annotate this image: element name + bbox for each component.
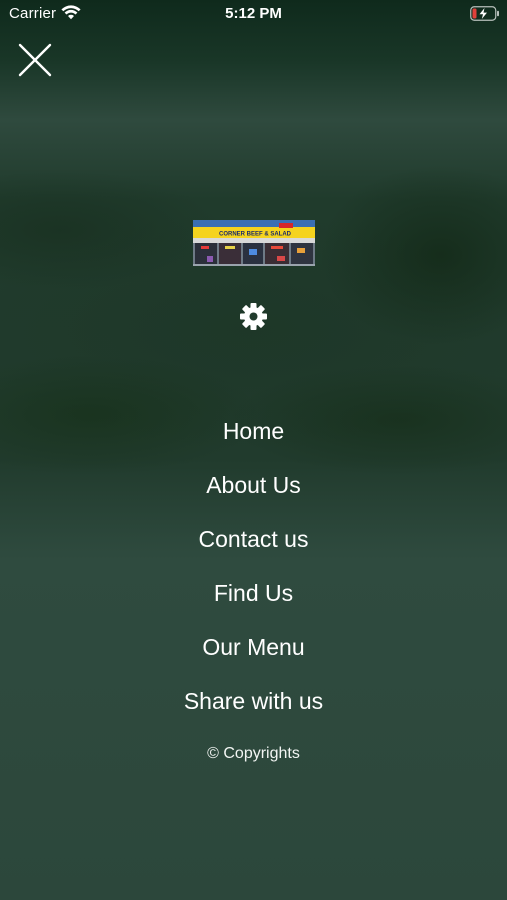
menu-item-label: About Us — [206, 472, 301, 498]
menu-item-home[interactable]: Home — [0, 410, 507, 464]
gear-icon — [240, 303, 267, 330]
menu-item-label: Contact us — [198, 526, 309, 552]
svg-text:CORNER BEEF & SALAD: CORNER BEEF & SALAD — [219, 232, 292, 238]
navigation-menu: Home About Us Contact us Find Us Our Men… — [0, 410, 507, 734]
copyright-text: © Copyrights — [207, 745, 300, 762]
menu-item-label: Share with us — [183, 688, 324, 714]
menu-item-label: Home — [222, 418, 285, 444]
menu-item-share-with-us[interactable]: Share with us — [0, 680, 507, 734]
menu-item-label: Our Menu — [202, 634, 305, 660]
settings-button[interactable] — [239, 302, 268, 331]
close-button[interactable] — [18, 43, 52, 77]
side-menu-screen: Carrier 5:12 PM CORNER BEEF & SALAD Home… — [0, 0, 507, 900]
menu-item-label: Find Us — [213, 580, 294, 606]
status-time: 5:12 PM — [225, 5, 282, 22]
menu-item-our-menu[interactable]: Our Menu — [0, 626, 507, 680]
menu-item-about-us[interactable]: About Us — [0, 464, 507, 518]
status-bar: Carrier 5:12 PM — [0, 0, 507, 28]
menu-item-find-us[interactable]: Find Us — [0, 572, 507, 626]
close-icon — [18, 43, 52, 77]
restaurant-logo: CORNER BEEF & SALAD — [193, 220, 315, 266]
battery-charging-low-icon — [470, 6, 499, 21]
menu-item-contact-us[interactable]: Contact us — [0, 518, 507, 572]
